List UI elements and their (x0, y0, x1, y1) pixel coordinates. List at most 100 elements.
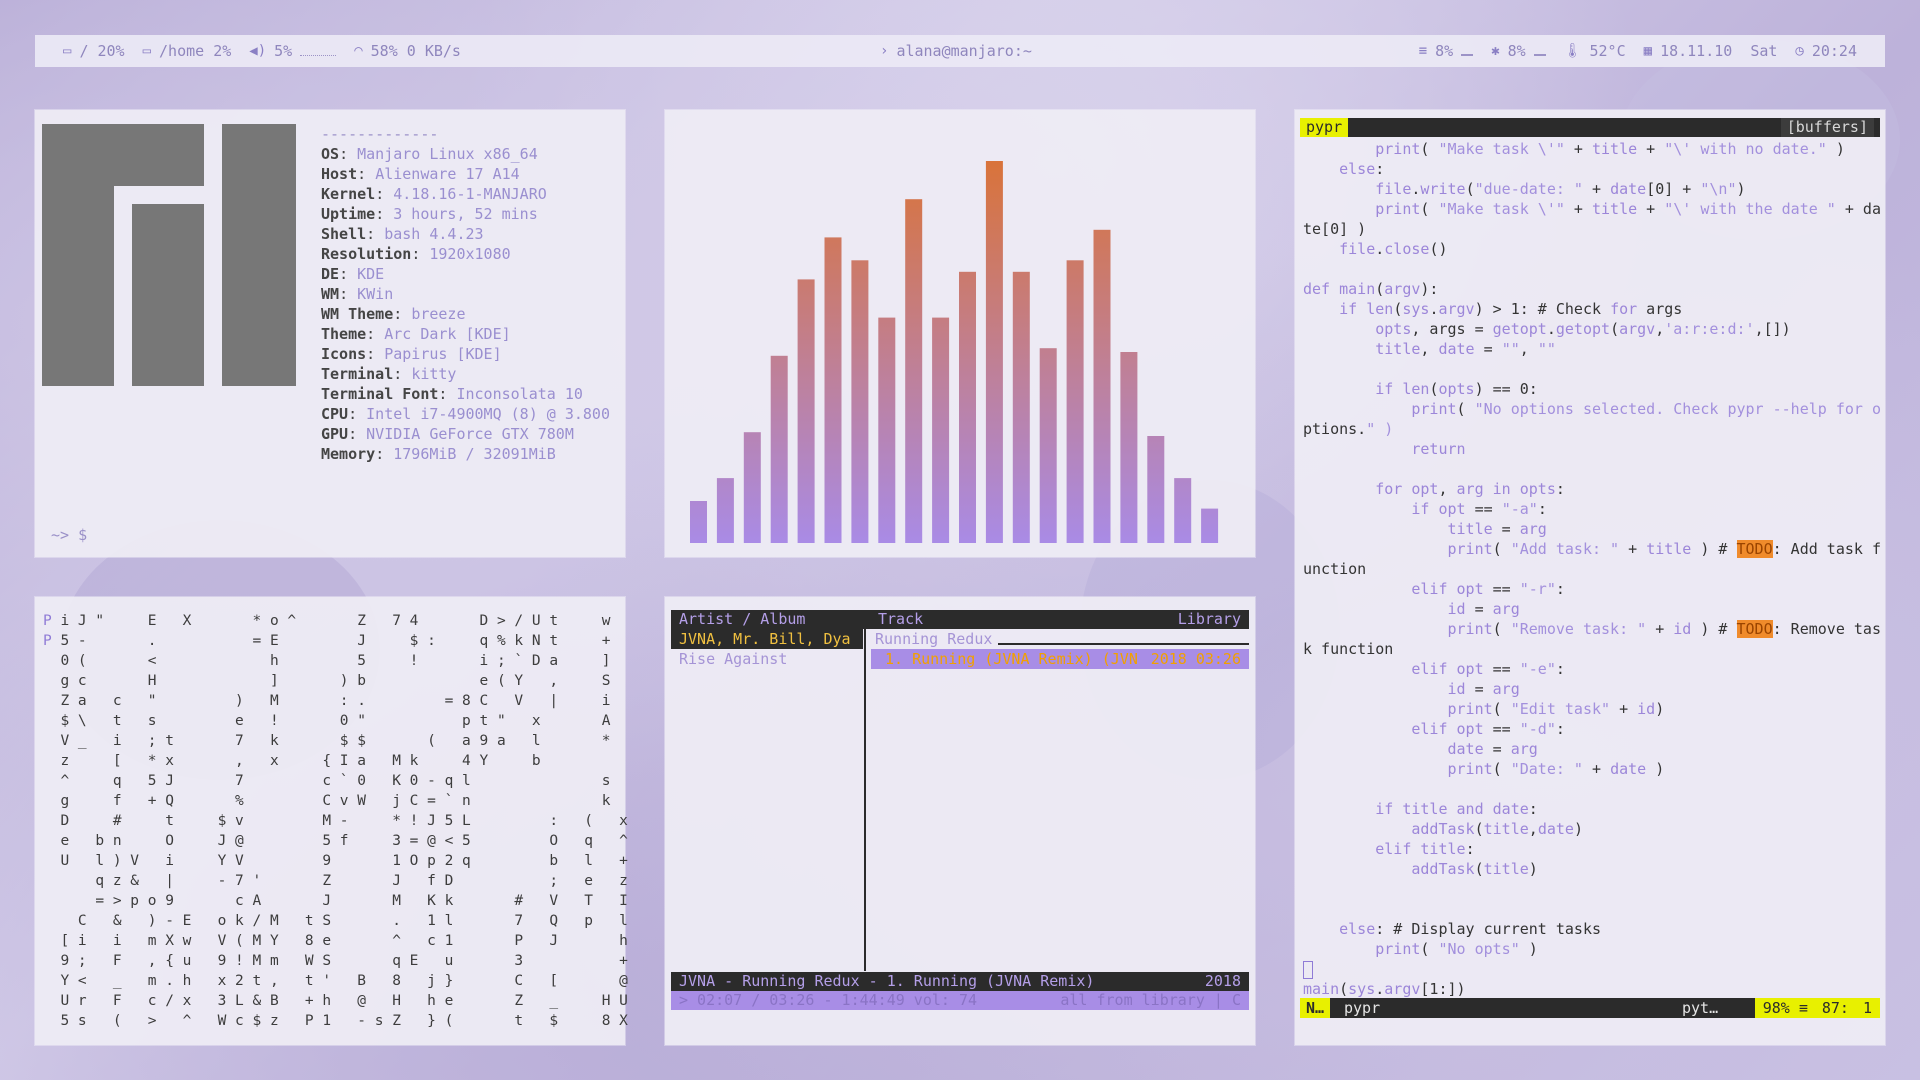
info-row: Terminal: kitty (321, 365, 457, 383)
code-line[interactable]: ptions." ) (1303, 419, 1878, 439)
matrix-rain-terminal[interactable]: P i J " E X * o ^ Z 7 4 D > / U t w P 5 -… (35, 597, 628, 1045)
code-line[interactable]: print( "No options selected. Check pypr … (1303, 399, 1881, 419)
info-row: WM: KWin (321, 285, 394, 303)
visualizer-bar (1201, 508, 1219, 543)
music-player[interactable]: Artist / Album Track Library JVNA, Mr. B… (665, 597, 1255, 1045)
calendar-icon: ▦ (1643, 43, 1653, 59)
info-key: CPU (321, 405, 349, 423)
library-header: Artist / Album Track Library (671, 610, 1249, 629)
code-line[interactable]: for opt, arg in opts: (1303, 479, 1878, 499)
cpu-icon: ≡ (1418, 43, 1428, 59)
disk-icon: ▭ (142, 43, 152, 59)
code-line[interactable]: if title and date: (1303, 799, 1878, 819)
playback-mode: all from library | C (1060, 991, 1241, 1009)
code-line[interactable]: print( "Date: " + date ) (1303, 759, 1878, 779)
info-key: Terminal Font (321, 385, 439, 403)
code-line[interactable]: def main(argv): (1303, 279, 1878, 299)
status-filename: pypr (1344, 999, 1381, 1017)
code-line[interactable]: elif opt == "-e": (1303, 659, 1878, 679)
shell-prompt[interactable]: ~> $ (51, 526, 87, 544)
code-line[interactable]: id = arg (1303, 599, 1878, 619)
info-row: Shell: bash 4.4.23 (321, 225, 484, 243)
code-line[interactable]: print( "Edit task" + id) (1303, 699, 1878, 719)
code-line[interactable] (1303, 959, 1878, 979)
buffer-tab[interactable]: pypr (1300, 118, 1349, 137)
weekday: Sat (1750, 42, 1778, 60)
volume-level: 5% (274, 42, 293, 60)
code-line[interactable]: addTask(title,date) (1303, 819, 1878, 839)
matrix-row: z [ * x , x { I a M k 4 Y b (43, 753, 541, 769)
code-editor[interactable]: pypr [buffers] print( "Make task \'" + t… (1295, 110, 1885, 1045)
audio-visualizer (665, 110, 1255, 557)
matrix-row: U l ) V i Y V 9 1 O p 2 q b l + (43, 853, 628, 869)
code-line[interactable]: ​ (1303, 359, 1878, 379)
info-row: Terminal Font: Inconsolata 10 (321, 385, 583, 403)
code-line[interactable]: date = arg (1303, 739, 1878, 759)
neofetch-terminal[interactable]: ------------- OS: Manjaro Linux x86_64 Hos… (35, 110, 625, 557)
playback-progress: > 02:07 / 03:26 - 1:44:49 vol: 74 (679, 991, 978, 1009)
code-line[interactable]: ​ (1303, 879, 1878, 899)
status-position: 98% ≡ 87: 1 (1754, 998, 1880, 1018)
code-line[interactable]: file.write("due-date: " + date[0] + "\n"… (1303, 179, 1878, 199)
code-line[interactable]: print( "Make task \'" + title + "\' with… (1303, 139, 1878, 159)
code-line[interactable]: ​ (1303, 779, 1878, 799)
track-list[interactable]: Running Redux 1. Running (JVNA Remix) (J… (871, 629, 1249, 669)
info-row: CPU: Intel i7-4900MQ (8) @ 3.800 (321, 405, 610, 423)
code-line[interactable]: file.close() (1303, 239, 1878, 259)
code-line[interactable]: main(sys.argv[1:]) (1303, 979, 1878, 999)
manjaro-logo (42, 124, 296, 386)
window-title: alana@manjaro:~ (896, 42, 1032, 60)
matrix-row: ^ q 5 J 7 c ` 0 K 0 - q l s (43, 773, 611, 789)
artist-item-selected[interactable]: JVNA, Mr. Bill, Dya (671, 629, 863, 649)
cpu-usage: 8% (1435, 42, 1454, 60)
code-line[interactable]: te[0] ) (1303, 219, 1878, 239)
artist-list[interactable]: JVNA, Mr. Bill, Dya Rise Against (671, 629, 863, 669)
visualizer-bar (851, 260, 869, 543)
visualizer-bar (743, 432, 761, 543)
column-artist-album: Artist / Album (679, 610, 806, 628)
code-line[interactable]: id = arg (1303, 679, 1878, 699)
info-row: Uptime: 3 hours, 52 mins (321, 205, 538, 223)
code-line[interactable]: print( "Add task: " + title ) # TODO: Ad… (1303, 539, 1881, 559)
code-line[interactable]: if opt == "-a": (1303, 499, 1878, 519)
code-line[interactable]: ​ (1303, 459, 1878, 479)
matrix-row: q z & | - 7 ' Z J f D ; e z (43, 873, 628, 889)
code-line[interactable]: return (1303, 439, 1878, 459)
code-line[interactable]: else: (1303, 159, 1878, 179)
info-value: Arc Dark [KDE] (384, 325, 511, 343)
artist-item[interactable]: Rise Against (671, 649, 863, 669)
code-line[interactable]: unction (1303, 559, 1878, 579)
code-line[interactable]: ​ (1303, 899, 1878, 919)
code-line[interactable]: if len(sys.argv) > 1: # Check for args (1303, 299, 1878, 319)
code-line[interactable]: else: # Display current tasks (1303, 919, 1878, 939)
wifi-icon[interactable]: ◠ (354, 43, 362, 59)
info-value: bash 4.4.23 (384, 225, 484, 243)
speaker-icon[interactable]: ◀) (249, 43, 266, 59)
info-value: 4.18.16-1-MANJARO (393, 185, 547, 203)
disk-home-usage: /home 2% (159, 42, 232, 60)
code-line[interactable]: ​ (1303, 259, 1878, 279)
code-line[interactable]: k function (1303, 639, 1878, 659)
track-item-selected[interactable]: 1. Running (JVNA Remix) (JVN 2018 03:26 (871, 649, 1249, 669)
code-line[interactable]: title = arg (1303, 519, 1878, 539)
visualizer-bar (1066, 260, 1084, 543)
info-key: WM Theme (321, 305, 394, 323)
info-value: Inconsolata 10 (456, 385, 583, 403)
code-line[interactable]: if len(opts) == 0: (1303, 379, 1878, 399)
code-line[interactable]: elif opt == "-r": (1303, 579, 1878, 599)
code-line[interactable]: elif title: (1303, 839, 1878, 859)
code-line[interactable]: addTask(title) (1303, 859, 1878, 879)
code-line[interactable]: print( "No opts" ) (1303, 939, 1878, 959)
info-row: Kernel: 4.18.16-1-MANJARO (321, 185, 547, 203)
code-line[interactable]: print( "Remove task: " + id ) # TODO: Re… (1303, 619, 1881, 639)
playback-status-bar[interactable]: > 02:07 / 03:26 - 1:44:49 vol: 74 all fr… (671, 991, 1249, 1010)
code-line[interactable]: print( "Make task \'" + title + "\' with… (1303, 199, 1881, 219)
code-line[interactable]: title, date = "", "" (1303, 339, 1878, 359)
matrix-row: U r F c / x 3 L & B + h @ H h e Z _ H U (43, 993, 628, 1009)
code-line[interactable]: elif opt == "-d": (1303, 719, 1878, 739)
code-area[interactable]: print( "Make task \'" + title + "\' with… (1303, 139, 1881, 999)
visualizer-bar (1120, 352, 1138, 543)
clock-icon: ◷ (1795, 43, 1804, 59)
code-line[interactable]: opts, args = getopt.getopt(argv,'a:r:e:d… (1303, 319, 1878, 339)
volume-slider[interactable] (300, 47, 337, 56)
